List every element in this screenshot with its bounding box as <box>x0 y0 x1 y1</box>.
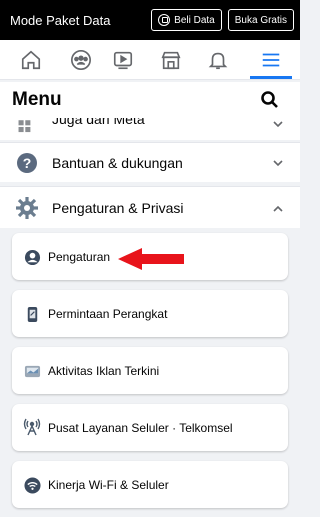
open-free-label: Buka Gratis <box>234 14 287 26</box>
chevron-down-icon <box>273 121 283 128</box>
groups-icon[interactable] <box>69 48 93 72</box>
menu-icon[interactable] <box>259 48 283 72</box>
data-mode-bar: Mode Paket Data Beli Data Buka Gratis <box>0 0 300 40</box>
profile-icon <box>23 248 41 266</box>
menu-header: Menu <box>0 82 300 118</box>
active-tab-indicator <box>250 76 292 79</box>
notifications-icon[interactable] <box>206 48 230 72</box>
wifi-icon <box>23 476 41 494</box>
home-icon[interactable] <box>19 48 43 72</box>
cellular-service-card[interactable]: Pusat Layanan Seluler · Telkomsel <box>12 404 288 451</box>
ad-activity-label: Aktivitas Iklan Terkini <box>48 364 160 378</box>
settings-privacy-label: Pengaturan & Privasi <box>52 200 184 216</box>
cellular-icon <box>23 418 41 436</box>
marketplace-icon[interactable] <box>159 48 183 72</box>
page-title: Menu <box>12 89 62 110</box>
device-requests-card[interactable]: Permintaan Perangkat <box>12 290 288 337</box>
device-requests-label: Permintaan Perangkat <box>48 307 168 321</box>
menu-row-help[interactable]: ? Bantuan & dukungan <box>0 142 300 182</box>
ad-activity-icon <box>23 362 41 380</box>
gear-icon <box>14 195 40 221</box>
cellular-service-label: Pusat Layanan Seluler · Telkomsel <box>48 421 233 435</box>
wifi-performance-label: Kinerja Wi-Fi & Seluler <box>48 478 169 492</box>
menu-row-label: Juga dari Meta <box>52 118 145 127</box>
data-mode-label: Mode Paket Data <box>10 12 111 28</box>
buy-data-button[interactable]: Beli Data <box>151 9 222 31</box>
device-icon <box>23 305 41 323</box>
watch-icon[interactable] <box>111 48 135 72</box>
search-icon[interactable] <box>260 90 280 110</box>
svg-text:?: ? <box>23 155 32 171</box>
menu-row-meta[interactable]: Juga dari Meta <box>0 118 300 140</box>
menu-row-settings-privacy[interactable]: Pengaturan & Privasi <box>0 186 300 228</box>
wifi-performance-card[interactable]: Kinerja Wi-Fi & Seluler <box>12 461 288 508</box>
help-label: Bantuan & dukungan <box>52 155 183 171</box>
annotation-arrow <box>118 248 184 270</box>
data-plan-icon <box>158 14 171 26</box>
top-navigation <box>0 40 300 80</box>
help-icon: ? <box>14 150 40 176</box>
ad-activity-card[interactable]: Aktivitas Iklan Terkini <box>12 347 288 394</box>
buy-data-label: Beli Data <box>174 14 215 26</box>
open-free-button[interactable]: Buka Gratis <box>227 9 294 31</box>
settings-label: Pengaturan <box>48 250 111 264</box>
chevron-down-icon <box>273 160 283 167</box>
chevron-up-icon <box>273 205 283 212</box>
meta-apps-icon <box>14 118 40 140</box>
